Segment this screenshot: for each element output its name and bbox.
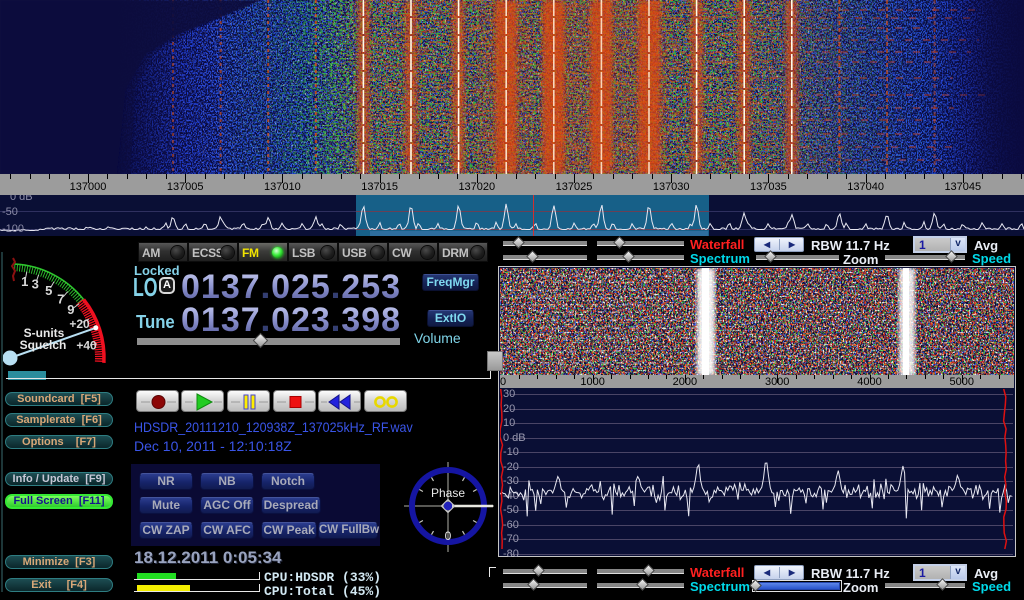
svg-text:+20: +20 <box>69 317 90 331</box>
svg-text:1: 1 <box>21 274 28 289</box>
svg-text:Phase: Phase <box>431 486 465 500</box>
svg-text:7: 7 <box>57 292 64 307</box>
svg-text:Squelch: Squelch <box>20 338 67 352</box>
svg-text:0: 0 <box>445 529 452 543</box>
svg-text:+40: +40 <box>76 339 97 353</box>
svg-text:3: 3 <box>32 277 39 292</box>
svg-text:5: 5 <box>45 283 52 298</box>
svg-text:9: 9 <box>67 302 74 317</box>
